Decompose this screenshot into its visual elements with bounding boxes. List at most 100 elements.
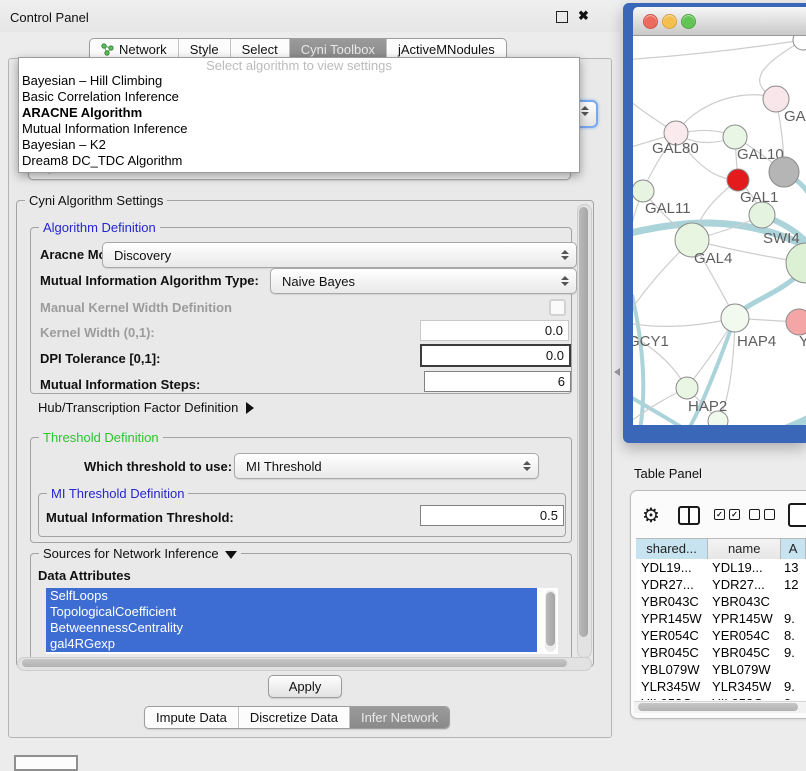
table-row[interactable]: YPR145WYPR145W9. (636, 610, 806, 627)
table-cell: YDL19... (707, 559, 779, 576)
network-node-gal11[interactable] (633, 180, 654, 202)
select-all-columns-icon[interactable]: ✓✓ (714, 509, 740, 520)
apply-button[interactable]: Apply (268, 675, 342, 698)
table-row[interactable]: YDL19...YDL19...13 (636, 559, 806, 576)
minimize-traffic-light-icon[interactable] (662, 14, 677, 29)
network-edge[interactable] (633, 318, 735, 326)
network-canvas[interactable]: GAL7GAL80GAL10GAL11GAL1SWI4GAL4GCY1HAP4Y… (633, 36, 806, 425)
kernel-width-field[interactable]: 0.0 (420, 320, 569, 341)
sources-legend-text: Sources for Network Inference (43, 546, 219, 561)
split-table-icon[interactable] (678, 506, 700, 525)
kernel-width-label: Kernel Width (0,1): (40, 325, 155, 340)
deselect-all-columns-icon[interactable] (749, 509, 775, 520)
column-header[interactable]: A (781, 539, 806, 559)
data-attributes-list[interactable]: SelfLoopsTopologicalCoefficientBetweenne… (46, 588, 558, 654)
attribute-item[interactable]: BetweennessCentrality (46, 620, 537, 636)
settings-horizontal-scrollbar[interactable] (17, 657, 592, 671)
tab-label: jActiveMNodules (398, 42, 495, 57)
table-horizontal-scrollbar-thumb[interactable] (638, 703, 798, 711)
mi-threshold-field[interactable]: 0.5 (420, 505, 564, 526)
settings-horizontal-scrollbar-thumb[interactable] (22, 659, 567, 667)
splitter-collapse-icon[interactable] (614, 368, 620, 376)
table-row[interactable]: YBL079WYBL079W (636, 661, 806, 678)
kernel-width-value: 0.0 (545, 323, 563, 338)
network-graph[interactable]: GAL7GAL80GAL10GAL11GAL1SWI4GAL4GCY1HAP4Y… (633, 36, 806, 425)
close-traffic-light-icon[interactable] (643, 14, 658, 29)
table-cell: YLR345W (636, 678, 707, 695)
float-window-icon[interactable] (556, 11, 568, 23)
table-cell: 8. (779, 627, 806, 644)
which-threshold-value: MI Threshold (246, 459, 322, 474)
node-label-gal4: GAL4 (694, 250, 732, 267)
network-edge[interactable] (633, 191, 643, 290)
dpi-tolerance-label: DPI Tolerance [0,1]: (40, 351, 160, 366)
export-table-icon[interactable] (788, 503, 806, 527)
table-row[interactable]: YLR345WYLR345W9. (636, 678, 806, 695)
collapse-down-icon[interactable] (225, 551, 237, 559)
attributes-list-scrollbar-thumb[interactable] (546, 592, 555, 646)
expand-right-icon[interactable] (246, 402, 254, 414)
table-panel-title: Table Panel (634, 466, 702, 481)
tab-infer-network[interactable]: Infer Network (349, 707, 449, 728)
attributes-list-scrollbar[interactable] (545, 590, 556, 652)
network-node[interactable] (727, 169, 749, 191)
column-header[interactable]: name (708, 539, 781, 559)
dropdown-item[interactable]: Dream8 DC_TDC Algorithm (19, 153, 579, 169)
table-cell (779, 661, 806, 678)
table-horizontal-scrollbar[interactable] (634, 701, 806, 713)
network-node-y[interactable] (786, 309, 806, 335)
mi-threshold-definition-legend: MI Threshold Definition (47, 486, 188, 501)
table-cell: YBR043C (636, 593, 707, 610)
mi-type-label: Mutual Information Algorithm Type: (40, 273, 259, 288)
mi-steps-label: Mutual Information Steps: (40, 377, 200, 392)
dropdown-item[interactable]: ARACNE Algorithm (19, 105, 579, 121)
tab-discretize-data[interactable]: Discretize Data (238, 707, 349, 728)
dropdown-item[interactable]: Basic Correlation Inference (19, 89, 579, 105)
manual-kernel-checkbox[interactable] (549, 299, 566, 316)
data-attributes-label: Data Attributes (38, 568, 131, 583)
settings-vertical-scrollbar-thumb[interactable] (579, 207, 588, 637)
hub-section-toggle[interactable]: Hub/Transcription Factor Definition (38, 400, 254, 415)
mi-steps-field[interactable]: 6 (424, 371, 571, 392)
column-header[interactable]: shared... (636, 539, 708, 559)
dropdown-item[interactable]: Bayesian – K2 (19, 137, 579, 153)
node-label-gal7: GAL7 (784, 108, 806, 125)
which-threshold-combo[interactable]: MI Threshold (234, 453, 539, 479)
table-header-row: shared...nameA (636, 538, 806, 560)
dropdown-item[interactable]: Mutual Information Inference (19, 121, 579, 137)
attribute-item[interactable]: gal4RGexp (46, 636, 537, 652)
network-node[interactable] (769, 157, 799, 187)
table-body[interactable]: YDL19...YDL19...13YDR27...YDR27...12YBR0… (636, 559, 806, 700)
table-cell: YPR145W (636, 610, 707, 627)
aracne-mode-combo[interactable]: Discovery (102, 242, 577, 268)
attribute-item[interactable]: TopologicalCoefficient (46, 604, 537, 620)
table-row[interactable]: YDR27...YDR27...12 (636, 576, 806, 593)
table-row[interactable]: YIL052CYIL052C9 (636, 695, 806, 700)
table-row[interactable]: YER054CYER054C8. (636, 627, 806, 644)
mi-type-combo[interactable]: Naive Bayes (270, 268, 577, 294)
dpi-tolerance-field[interactable]: 0.0 (420, 344, 571, 367)
zoom-traffic-light-icon[interactable] (681, 14, 696, 29)
close-panel-icon[interactable]: ✖ (578, 8, 589, 24)
network-edge[interactable] (676, 95, 776, 133)
gear-icon[interactable]: ⚙ (642, 503, 660, 528)
network-node-hap2[interactable] (676, 377, 698, 399)
node-label-gal80: GAL80 (652, 140, 699, 157)
network-node[interactable] (793, 36, 806, 50)
network-node-hap4[interactable] (721, 304, 749, 332)
sources-legend[interactable]: Sources for Network Inference (39, 546, 241, 561)
table-row[interactable]: YBR045CYBR045C9. (636, 644, 806, 661)
settings-vertical-scrollbar[interactable] (577, 204, 592, 658)
tab-impute-data[interactable]: Impute Data (145, 707, 238, 728)
table-cell: YBL079W (636, 661, 707, 678)
network-node-swi4[interactable] (786, 243, 806, 283)
tab-label: Select (242, 42, 278, 57)
attribute-item[interactable]: SelfLoops (46, 588, 537, 604)
table-cell: YER054C (636, 627, 707, 644)
table-cell: YIL052C (707, 695, 779, 700)
network-window-titlebar[interactable] (633, 7, 806, 36)
node-label-gal11: GAL11 (645, 200, 691, 217)
table-row[interactable]: YBR043CYBR043C (636, 593, 806, 610)
dropdown-item[interactable]: Bayesian – Hill Climbing (19, 73, 579, 89)
table-cell: YBR045C (707, 644, 779, 661)
